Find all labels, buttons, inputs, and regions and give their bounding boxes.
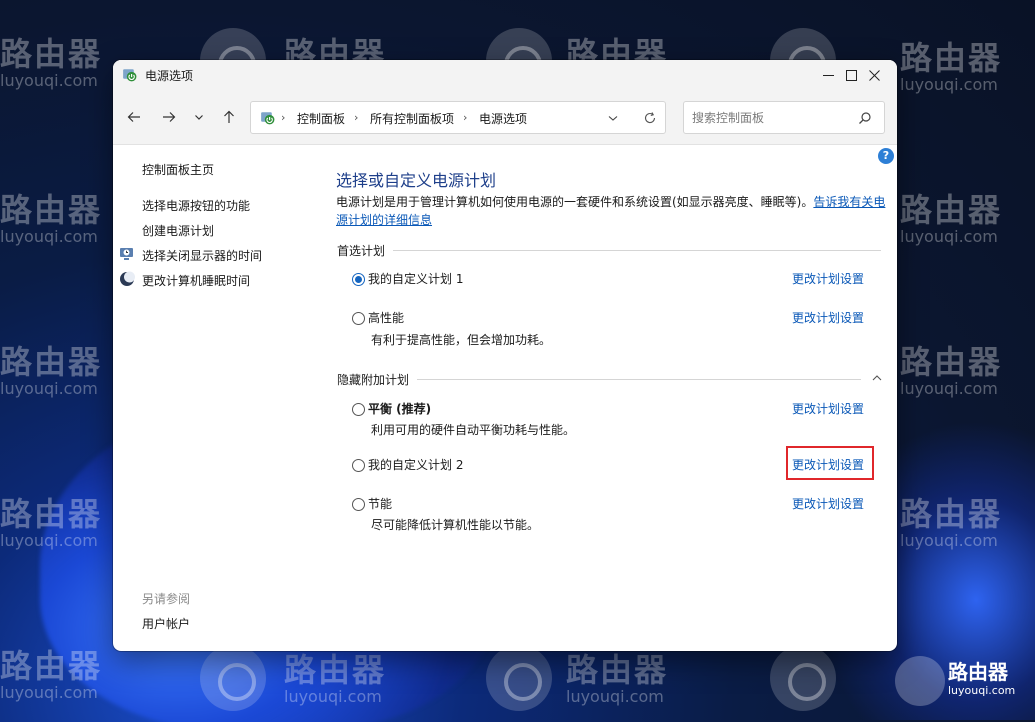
monitor-clock-icon	[120, 248, 133, 260]
power-options-window: 电源选项 › 控制面板 › 所有控制面板项 › 电源选项 搜索控制面板 控制面板…	[113, 60, 897, 651]
refresh-icon[interactable]	[643, 111, 657, 125]
plan-desc-high-performance: 有利于提高性能，但会增加功耗。	[371, 333, 552, 347]
plan-name-high-performance[interactable]: 高性能	[368, 309, 404, 326]
watermark: 路由器luyouqi.com	[900, 191, 1003, 246]
change-settings-link-high-performance[interactable]: 更改计划设置	[792, 309, 864, 326]
help-button[interactable]: ?	[878, 148, 894, 164]
window-title: 电源选项	[145, 69, 194, 83]
change-settings-link-balanced[interactable]: 更改计划设置	[792, 400, 864, 417]
moon-icon	[120, 271, 135, 286]
breadcrumb-separator: ›	[463, 111, 468, 124]
forward-arrow-icon	[163, 112, 176, 122]
title-bar: 电源选项	[113, 60, 897, 90]
preferred-plans-label: 首选计划	[337, 244, 386, 258]
breadcrumb-control-panel[interactable]: 控制面板	[297, 110, 345, 127]
sidebar-item-display-off[interactable]: 选择关闭显示器的时间	[142, 247, 262, 264]
router-logo-icon	[895, 656, 945, 706]
navigation-bar: › 控制面板 › 所有控制面板项 › 电源选项	[113, 90, 897, 145]
plan-radio-balanced[interactable]	[352, 403, 365, 416]
breadcrumb-separator: ›	[281, 111, 286, 124]
search-input[interactable]	[692, 108, 852, 128]
up-button[interactable]	[217, 105, 241, 129]
change-settings-link-custom-1[interactable]: 更改计划设置	[792, 270, 864, 287]
address-bar[interactable]: › 控制面板 › 所有控制面板项 › 电源选项	[250, 101, 666, 134]
maximize-button[interactable]	[828, 60, 874, 90]
plan-desc-balanced: 利用可用的硬件自动平衡功耗与性能。	[371, 423, 576, 437]
recent-dropdown-icon	[195, 115, 203, 120]
plan-radio-high-performance[interactable]	[352, 312, 365, 325]
plan-name-custom-1[interactable]: 我的自定义计划 1	[368, 270, 463, 287]
sidebar-item-power-button[interactable]: 选择电源按钮的功能	[142, 197, 250, 214]
breadcrumb-separator: ›	[354, 111, 359, 124]
control-panel-home-link[interactable]: 控制面板主页	[142, 161, 214, 178]
up-arrow-icon	[224, 110, 234, 123]
back-button[interactable]	[122, 105, 146, 129]
see-also-user-accounts-link[interactable]: 用户帐户	[142, 615, 190, 632]
description-text: 电源计划是用于管理计算机如何使用电源的一套硬件和系统设置(如显示器亮度、睡眠等)…	[336, 195, 814, 209]
back-arrow-icon	[127, 112, 140, 122]
section-divider	[393, 250, 881, 251]
recent-locations-button[interactable]	[187, 105, 211, 129]
plan-name-balanced[interactable]: 平衡 (推荐)	[368, 400, 431, 417]
watermark-logo	[486, 645, 552, 711]
corner-brand: 路由器 luyouqi.com	[948, 660, 1016, 697]
breadcrumb-power-options[interactable]: 电源选项	[479, 110, 527, 127]
plan-radio-power-saver[interactable]	[352, 498, 365, 511]
change-settings-link-power-saver[interactable]: 更改计划设置	[792, 495, 864, 512]
see-also-heading: 另请参阅	[142, 592, 191, 606]
sidebar-item-sleep-time[interactable]: 更改计算机睡眠时间	[142, 272, 250, 289]
plan-radio-custom-2[interactable]	[352, 459, 365, 472]
maximize-icon	[845, 69, 857, 81]
plan-desc-power-saver: 尽可能降低计算机性能以节能。	[371, 518, 540, 532]
hidden-plans-label: 隐藏附加计划	[337, 373, 410, 387]
forward-button[interactable]	[157, 105, 181, 129]
search-icon[interactable]	[858, 111, 872, 125]
plan-name-custom-2[interactable]: 我的自定义计划 2	[368, 456, 463, 473]
sidebar-item-create-plan[interactable]: 创建电源计划	[142, 222, 214, 239]
watermark: 路由器luyouqi.com	[566, 651, 669, 706]
highlight-box	[786, 446, 874, 480]
address-dropdown-icon[interactable]	[607, 112, 619, 124]
chevron-up-icon[interactable]	[871, 372, 883, 384]
watermark: 路由器luyouqi.com	[900, 343, 1003, 398]
control-panel-icon	[261, 112, 275, 125]
watermark: 路由器luyouqi.com	[0, 35, 103, 90]
watermark: 路由器luyouqi.com	[0, 191, 103, 246]
watermark: 路由器luyouqi.com	[0, 343, 103, 398]
power-options-icon	[123, 69, 137, 82]
watermark: 路由器luyouqi.com	[900, 39, 1003, 94]
plan-radio-custom-1[interactable]	[352, 273, 365, 286]
page-description: 电源计划是用于管理计算机如何使用电源的一套硬件和系统设置(如显示器亮度、睡眠等)…	[336, 193, 886, 229]
page-title: 选择或自定义电源计划	[336, 171, 497, 190]
breadcrumb-all-items[interactable]: 所有控制面板项	[370, 110, 454, 127]
search-box[interactable]	[683, 101, 885, 134]
section-divider	[417, 379, 861, 380]
plan-name-power-saver[interactable]: 节能	[368, 495, 392, 512]
